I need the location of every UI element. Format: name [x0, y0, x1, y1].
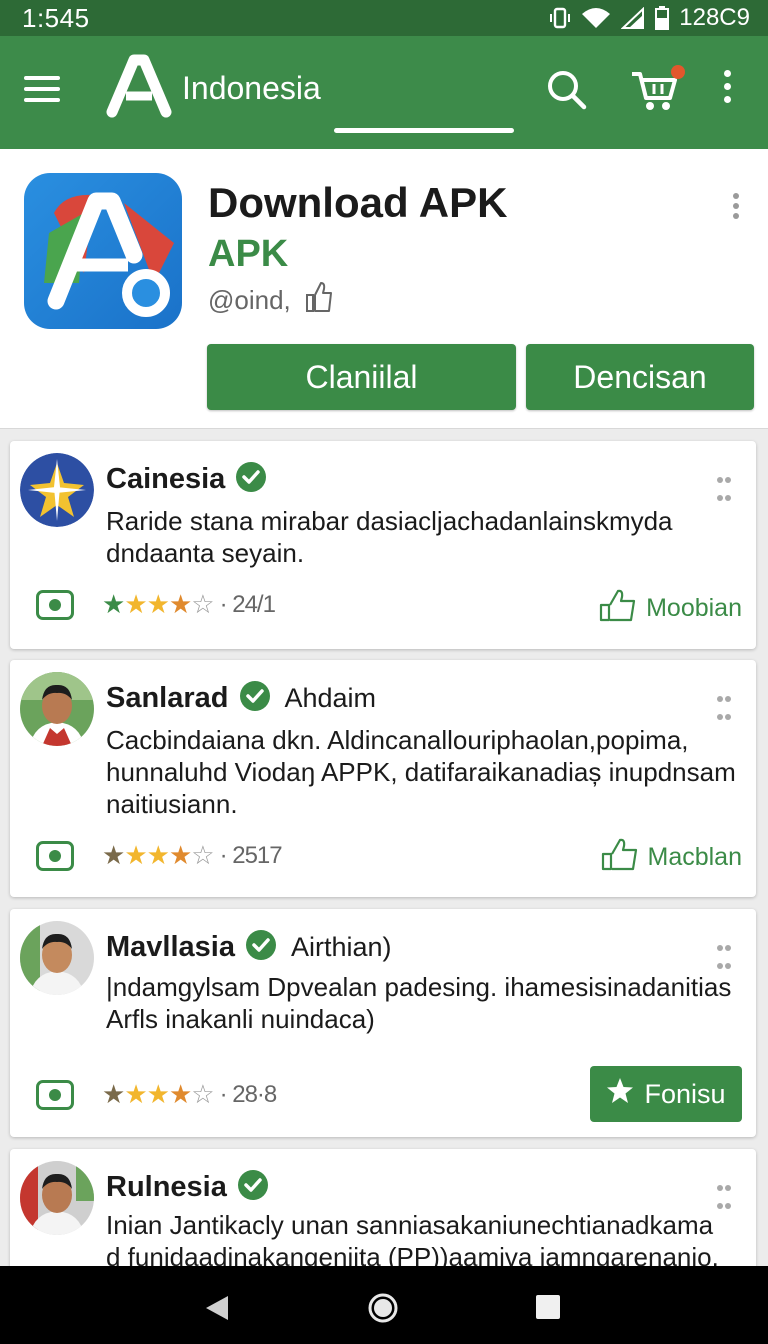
- reviewer-row: Mavllasia Airthian): [106, 929, 392, 966]
- status-right-text: 128C9: [679, 4, 750, 31]
- star-icon: [606, 1077, 634, 1112]
- app-bar: Indonesia: [0, 36, 768, 149]
- reviewer-row: Cainesia: [106, 461, 267, 498]
- review-text: |ndamgylsam Dpvealan padesing. ihamesisi…: [106, 971, 746, 1035]
- signal-icon: [621, 7, 645, 29]
- verified-icon: [239, 680, 271, 717]
- review-footer: ★ ★ ★ ★ ☆ · 28·8: [36, 1079, 278, 1110]
- wifi-icon: [581, 7, 611, 29]
- avatar: [20, 672, 94, 746]
- menu-icon[interactable]: [24, 76, 60, 106]
- status-bar: 1:545 128C9: [0, 0, 768, 36]
- review-line: Cacbindaiana dkn. Aldincanallouriphaolan…: [106, 725, 689, 755]
- thumbs-up-icon[interactable]: [305, 281, 333, 320]
- like-button[interactable]: Macblan: [600, 836, 743, 879]
- app-icon: [24, 173, 182, 329]
- review-footer: ★ ★ ★ ★ ☆ · 24/1: [36, 589, 276, 620]
- reviewer-name: Sanlarad: [106, 682, 229, 714]
- secondary-button[interactable]: Dencisan: [526, 344, 754, 410]
- drag-handle-icon[interactable]: [716, 692, 736, 728]
- thumbs-up-icon: [600, 836, 640, 879]
- cart-icon[interactable]: [630, 64, 690, 119]
- review-card: Sanlarad Ahdaim Cacbindaiana dkn. Aldinc…: [10, 660, 756, 897]
- review-text: Raride stana mirabar dasiacljachadanlain…: [106, 505, 746, 569]
- page-subtitle: APK: [208, 233, 289, 275]
- reviewer-name: Rulnesia: [106, 1171, 227, 1203]
- follow-label: Fonisu: [644, 1078, 726, 1109]
- active-tab-indicator: [334, 128, 514, 133]
- app-title: Indonesia: [182, 70, 321, 106]
- star-rating: ★ ★ ★ ★ ☆ · 28·8: [102, 1079, 278, 1109]
- toggle-icon[interactable]: [36, 1079, 74, 1110]
- reviewer-row: Rulnesia: [106, 1169, 269, 1206]
- reviewer-name: Mavllasia: [106, 931, 235, 963]
- search-icon[interactable]: [545, 68, 587, 115]
- verified-icon: [245, 929, 277, 966]
- verified-icon: [235, 461, 267, 498]
- review-line: Raride stana mirabar dasiacljachadanlain…: [106, 506, 673, 536]
- toggle-icon[interactable]: [36, 589, 74, 620]
- like-label: Moobian: [646, 594, 742, 622]
- status-icons: 128C9: [549, 4, 750, 32]
- header-more-icon[interactable]: [733, 193, 739, 223]
- home-icon[interactable]: [367, 1292, 399, 1329]
- developer-handle: @oind,: [208, 281, 333, 320]
- follow-button[interactable]: Fonisu: [590, 1066, 742, 1122]
- star-rating: ★ ★ ★ ★ ☆ · 24/1: [102, 589, 276, 619]
- status-time: 1:545: [22, 2, 90, 33]
- review-line: hunnaluhd Viodaŋ APPK, datifaraikanadiaș…: [106, 757, 736, 787]
- avatar: [20, 1161, 94, 1235]
- avatar: [20, 453, 94, 527]
- star-rating: ★ ★ ★ ★ ☆ · 2517: [102, 840, 283, 870]
- review-footer: ★ ★ ★ ★ ☆ · 2517: [36, 840, 283, 871]
- more-vert-icon[interactable]: [724, 70, 731, 109]
- thumbs-up-icon: [598, 587, 638, 630]
- drag-handle-icon[interactable]: [716, 473, 736, 509]
- page-title: Download APK: [208, 179, 508, 226]
- avatar: [20, 921, 94, 995]
- back-icon[interactable]: [204, 1294, 230, 1327]
- rating-count: · 24/1: [219, 590, 276, 618]
- logo-icon: [104, 50, 174, 125]
- rating-count: · 2517: [219, 841, 283, 869]
- battery-icon: [655, 6, 670, 30]
- review-card: Mavllasia Airthian) |ndamgylsam Dpvealan…: [10, 909, 756, 1137]
- review-text: Inian Jantikacly unan sanniasakaniunecht…: [106, 1209, 746, 1273]
- reviewer-tag: Ahdaim: [284, 683, 377, 713]
- like-label: Macblan: [647, 843, 743, 871]
- review-line: naitiusiann.: [106, 789, 238, 819]
- reviewer-row: Sanlarad Ahdaim: [106, 680, 376, 717]
- toggle-icon[interactable]: [36, 840, 74, 871]
- app-header-card: Download APK APK @oind, Claniilal Dencis…: [0, 149, 768, 429]
- recents-icon[interactable]: [535, 1294, 561, 1325]
- reviewer-name: Cainesia: [106, 463, 226, 495]
- like-button[interactable]: Moobian: [598, 587, 742, 630]
- review-text: Cacbindaiana dkn. Aldincanallouriphaolan…: [106, 724, 746, 820]
- review-line: |ndamgylsam Dpvealan padesing. ihamesisi…: [106, 972, 732, 1002]
- reviewer-tag: Airthian): [290, 932, 392, 962]
- vibrate-icon: [549, 7, 571, 29]
- verified-icon: [237, 1169, 269, 1206]
- review-line: Inian Jantikacly unan sanniasakaniunecht…: [106, 1210, 714, 1240]
- review-card: Cainesia Raride stana mirabar dasiacljac…: [10, 441, 756, 649]
- primary-button[interactable]: Claniilal: [207, 344, 516, 410]
- handle-text: @oind,: [208, 285, 291, 315]
- rating-count: · 28·8: [219, 1080, 278, 1108]
- system-nav-bar: [0, 1266, 768, 1344]
- review-line: dndaanta seyain.: [106, 538, 305, 568]
- review-line: Arfls inakanli nuindaca): [106, 1004, 375, 1034]
